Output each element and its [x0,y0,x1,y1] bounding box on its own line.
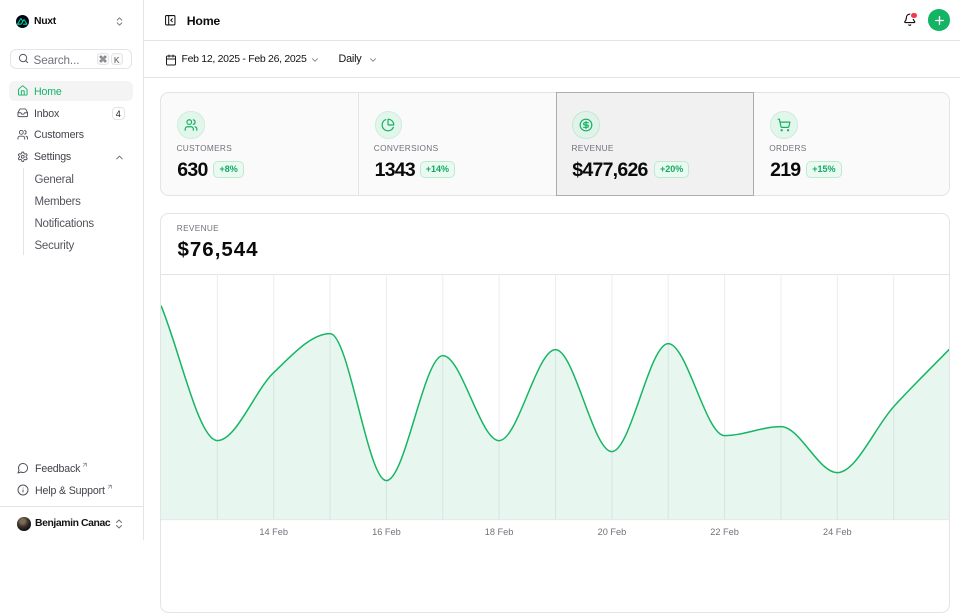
svg-text:20 Feb: 20 Feb [598,527,627,537]
svg-text:14 Feb: 14 Feb [260,527,289,537]
svg-text:22 Feb: 22 Feb [711,527,740,537]
svg-text:18 Feb: 18 Feb [485,527,514,537]
svg-text:24 Feb: 24 Feb [823,527,852,537]
svg-text:16 Feb: 16 Feb [372,527,401,537]
